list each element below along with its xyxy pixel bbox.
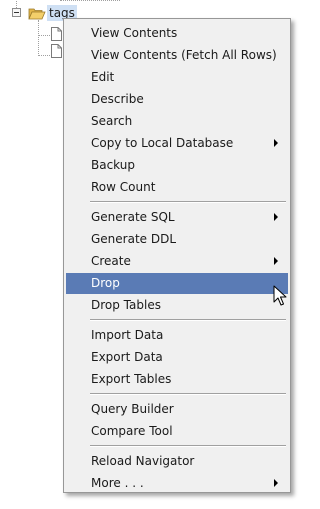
menu-item-search[interactable]: Search bbox=[66, 111, 288, 132]
menu-item-more[interactable]: More . . . bbox=[66, 473, 288, 494]
menu-separator bbox=[90, 393, 286, 395]
menu-item-label: Compare Tool bbox=[91, 424, 173, 438]
menu-item-describe[interactable]: Describe bbox=[66, 89, 288, 110]
submenu-arrow-icon bbox=[274, 139, 278, 147]
menu-item-label: Import Data bbox=[91, 328, 164, 342]
minus-box-icon[interactable] bbox=[12, 8, 21, 17]
open-folder-icon bbox=[28, 8, 46, 20]
tree-connector bbox=[16, 0, 17, 8]
menu-item-import-data[interactable]: Import Data bbox=[66, 325, 288, 346]
menu-item-drop-tables[interactable]: Drop Tables bbox=[66, 295, 288, 316]
tree-connector bbox=[60, 0, 120, 1]
menu-item-copy-to-local-database[interactable]: Copy to Local Database bbox=[66, 133, 288, 154]
menu-item-label: Export Tables bbox=[91, 372, 172, 386]
menu-item-reload-navigator[interactable]: Reload Navigator bbox=[66, 451, 288, 472]
menu-item-label: Export Data bbox=[91, 350, 163, 364]
menu-item-create[interactable]: Create bbox=[66, 251, 288, 272]
menu-item-label: Edit bbox=[91, 70, 115, 84]
menu-item-label: Generate SQL bbox=[91, 210, 175, 224]
menu-item-label: Row Count bbox=[91, 180, 156, 194]
menu-item-query-builder[interactable]: Query Builder bbox=[66, 399, 288, 420]
menu-item-label: View Contents (Fetch All Rows) bbox=[91, 48, 277, 62]
file-icon[interactable] bbox=[51, 27, 62, 41]
menu-item-label: More . . . bbox=[91, 476, 144, 490]
menu-item-drop[interactable]: Drop bbox=[66, 273, 288, 294]
menu-item-label: View Contents bbox=[91, 26, 178, 40]
mouse-pointer-icon bbox=[273, 285, 287, 306]
file-icon[interactable] bbox=[51, 44, 62, 58]
tree-connector bbox=[38, 55, 50, 56]
menu-item-export-tables[interactable]: Export Tables bbox=[66, 369, 288, 390]
submenu-arrow-icon bbox=[274, 479, 278, 487]
menu-item-backup[interactable]: Backup bbox=[66, 155, 288, 176]
menu-item-label: Copy to Local Database bbox=[91, 136, 234, 150]
tree-connector bbox=[38, 35, 50, 36]
menu-separator bbox=[90, 201, 286, 203]
menu-item-generate-sql[interactable]: Generate SQL bbox=[66, 207, 288, 228]
context-menu: View Contents View Contents (Fetch All R… bbox=[63, 18, 291, 493]
menu-item-view-contents-fetch-all[interactable]: View Contents (Fetch All Rows) bbox=[66, 45, 288, 66]
menu-item-compare-tool[interactable]: Compare Tool bbox=[66, 421, 288, 442]
menu-item-generate-ddl[interactable]: Generate DDL bbox=[66, 229, 288, 250]
submenu-arrow-icon bbox=[274, 213, 278, 221]
menu-item-view-contents[interactable]: View Contents bbox=[66, 23, 288, 44]
menu-separator bbox=[90, 319, 286, 321]
menu-item-row-count[interactable]: Row Count bbox=[66, 177, 288, 198]
menu-item-label: Search bbox=[91, 114, 133, 128]
menu-item-label: Create bbox=[91, 254, 131, 268]
menu-item-label: Backup bbox=[91, 158, 135, 172]
menu-item-label: Drop Tables bbox=[91, 298, 161, 312]
menu-item-export-data[interactable]: Export Data bbox=[66, 347, 288, 368]
submenu-arrow-icon bbox=[274, 257, 278, 265]
menu-item-label: Query Builder bbox=[91, 402, 174, 416]
tree-connector bbox=[38, 20, 39, 56]
menu-item-label: Generate DDL bbox=[91, 232, 177, 246]
menu-item-label: Describe bbox=[91, 92, 144, 106]
menu-separator bbox=[90, 445, 286, 447]
menu-item-label: Drop bbox=[91, 276, 120, 290]
menu-item-label: Reload Navigator bbox=[91, 454, 195, 468]
menu-item-edit[interactable]: Edit bbox=[66, 67, 288, 88]
